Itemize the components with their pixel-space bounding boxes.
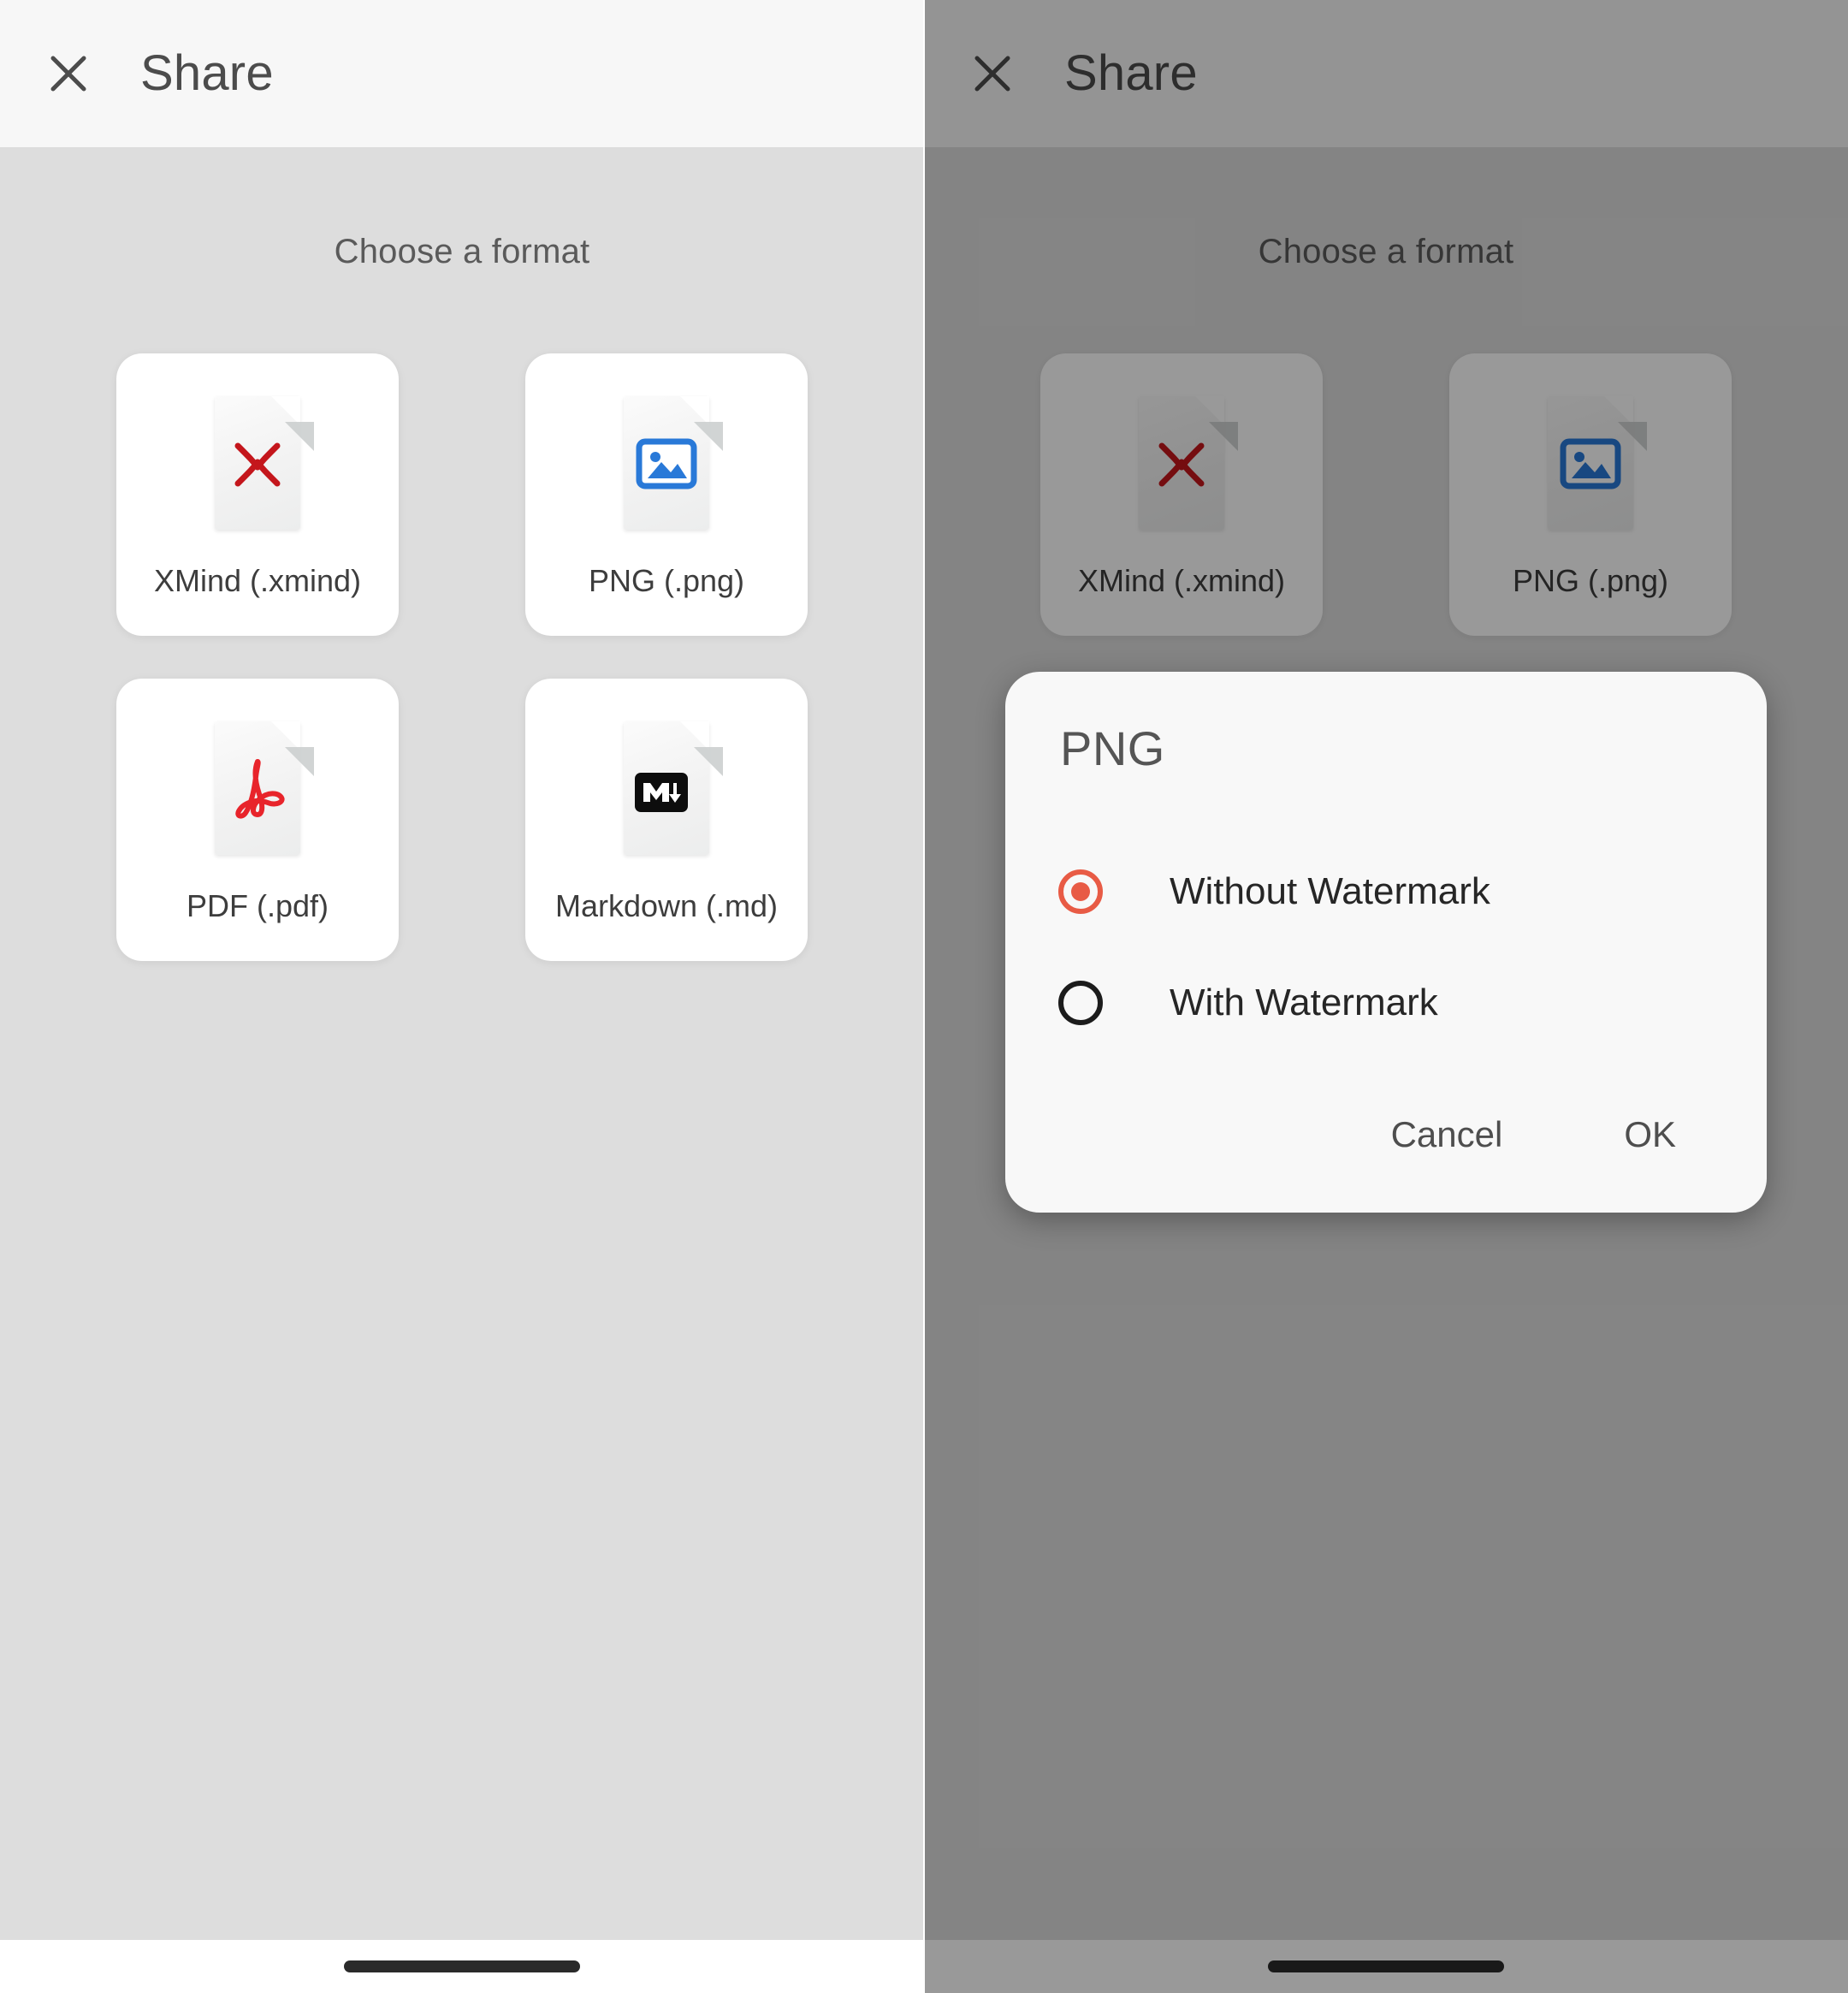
- png-file-icon: [610, 393, 723, 535]
- watermark-option-list: Without Watermark With Watermark: [1058, 836, 1714, 1059]
- format-label: Markdown (.md): [554, 888, 779, 923]
- left-panel-formats: Share Choose a format XMind (.xmind) PNG…: [0, 0, 924, 1993]
- format-label: PNG (.png): [588, 563, 745, 598]
- cancel-button[interactable]: Cancel: [1369, 1108, 1525, 1161]
- dialog-action-bar: Cancel OK: [1058, 1059, 1714, 1213]
- section-title: Choose a format: [334, 233, 590, 270]
- pdf-file-icon: [201, 718, 314, 860]
- format-card-xmind[interactable]: XMind (.xmind): [116, 353, 399, 636]
- panel-divider: [923, 0, 925, 1993]
- format-label: XMind (.xmind): [153, 563, 362, 598]
- radio-option-without-watermark[interactable]: Without Watermark: [1058, 836, 1714, 947]
- format-card-markdown[interactable]: Markdown (.md): [525, 679, 808, 961]
- dual-screenshot-canvas: Share Choose a format XMind (.xmind) PNG…: [0, 0, 1848, 1993]
- dialog-title: PNG: [1060, 721, 1165, 775]
- radio-option-with-watermark[interactable]: With Watermark: [1058, 947, 1714, 1059]
- format-label: PDF (.pdf): [186, 888, 329, 923]
- home-gesture-bar[interactable]: [344, 1960, 580, 1972]
- radio-button-icon-unselected[interactable]: [1058, 981, 1103, 1025]
- markdown-file-icon: [610, 718, 723, 860]
- app-bar-left: Share: [0, 0, 924, 147]
- format-grid: XMind (.xmind) PNG (.png) PDF (.pdf) Mar…: [0, 353, 924, 961]
- radio-option-label: With Watermark: [1170, 982, 1438, 1023]
- format-card-png[interactable]: PNG (.png): [525, 353, 808, 636]
- ok-button[interactable]: OK: [1602, 1108, 1698, 1161]
- xmind-file-icon: [201, 393, 314, 535]
- png-watermark-dialog: PNG Without Watermark With Watermark Can…: [1005, 672, 1767, 1213]
- radio-button-icon-selected[interactable]: [1058, 869, 1103, 914]
- close-icon[interactable]: [44, 50, 92, 98]
- format-card-pdf[interactable]: PDF (.pdf): [116, 679, 399, 961]
- radio-option-label: Without Watermark: [1170, 870, 1490, 912]
- page-title: Share: [140, 45, 274, 101]
- panel-body-left: Choose a format XMind (.xmind) PNG (.png…: [0, 147, 924, 1993]
- gesture-bar-area-left: [0, 1940, 924, 1993]
- right-panel-watermark-dialog: Share Choose a format XMind (.xmind) PNG…: [924, 0, 1848, 1993]
